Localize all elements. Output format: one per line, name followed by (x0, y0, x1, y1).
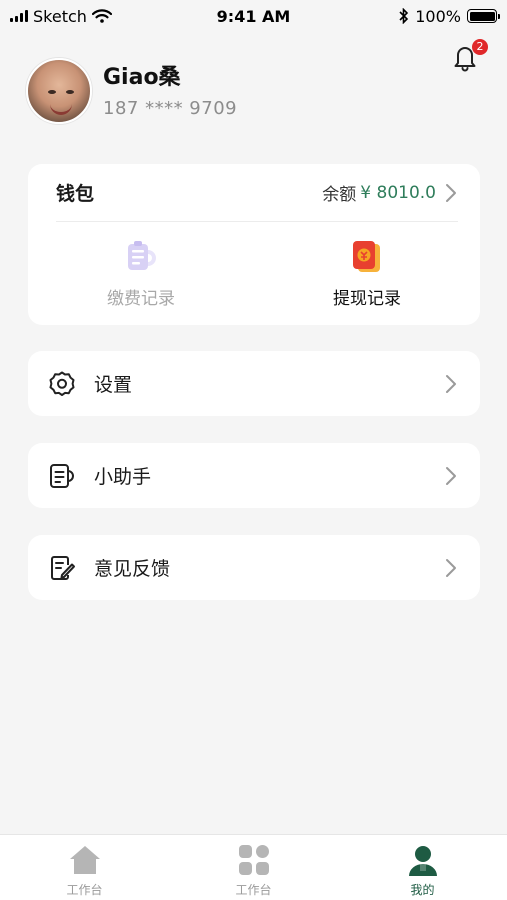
notification-button[interactable]: 2 (450, 39, 488, 74)
balance-label: 余额 (322, 185, 357, 205)
user-icon (408, 846, 437, 876)
gear-icon (49, 371, 75, 396)
tab-workbench-home[interactable]: 工作台 (0, 835, 169, 900)
menu-item-feedback[interactable]: 意见反馈 (28, 535, 480, 600)
payment-record-icon (128, 240, 156, 270)
status-bar: Sketch 9:41 AM 100% (0, 0, 507, 32)
grid-icon (238, 845, 269, 875)
wallet-card: 钱包 余额 ¥ 8010.0 缴费记录 提现记录 (28, 164, 480, 325)
wallet-title: 钱包 (56, 183, 95, 205)
profile-text: Giao桑 187 **** 9709 (103, 64, 237, 119)
wallet-actions: 缴费记录 提现记录 (28, 222, 480, 324)
profile-header[interactable]: Giao桑 187 **** 9709 (26, 58, 237, 124)
payment-record-label: 缴费记录 (107, 288, 175, 309)
withdraw-record-button[interactable]: 提现记录 (254, 222, 480, 324)
tab-label: 我的 (410, 883, 435, 897)
feedback-icon (51, 555, 75, 580)
tab-workbench-grid[interactable]: 工作台 (169, 835, 338, 900)
assistant-icon (50, 463, 74, 488)
battery-percent: 100% (415, 6, 461, 26)
withdraw-record-icon (353, 240, 380, 272)
tab-mine[interactable]: 我的 (338, 835, 507, 900)
avatar[interactable] (26, 58, 92, 124)
carrier-label: Sketch (33, 6, 87, 26)
wifi-icon (91, 9, 112, 23)
user-phone: 187 **** 9709 (103, 97, 238, 119)
assistant-label: 小助手 (94, 466, 152, 488)
status-time: 9:41 AM (216, 6, 291, 26)
settings-label: 设置 (94, 374, 133, 396)
tab-label: 工作台 (235, 883, 272, 897)
wallet-header[interactable]: 钱包 余额 ¥ 8010.0 (56, 164, 458, 222)
user-name: Giao桑 (103, 64, 181, 90)
chevron-right-icon (446, 558, 456, 577)
withdraw-record-label: 提现记录 (333, 288, 401, 309)
menu-item-assistant[interactable]: 小助手 (28, 443, 480, 508)
wallet-balance[interactable]: 余额 ¥ 8010.0 (322, 180, 458, 205)
menu-item-settings[interactable]: 设置 (28, 351, 480, 416)
home-icon (69, 846, 100, 874)
status-left: Sketch (10, 7, 112, 26)
battery-icon (467, 9, 500, 23)
chevron-right-icon (446, 466, 456, 485)
balance-amount: ¥ 8010.0 (360, 182, 436, 203)
bottom-tab-bar: 工作台 工作台 我的 (0, 834, 507, 900)
payment-record-button[interactable]: 缴费记录 (28, 222, 254, 324)
tab-label: 工作台 (66, 883, 103, 897)
signal-icon (10, 10, 28, 22)
chevron-right-icon (446, 183, 456, 202)
bluetooth-icon (399, 8, 409, 24)
chevron-right-icon (446, 374, 456, 393)
notification-badge: 2 (472, 39, 488, 55)
status-right: 100% (399, 6, 500, 26)
feedback-label: 意见反馈 (94, 558, 171, 580)
